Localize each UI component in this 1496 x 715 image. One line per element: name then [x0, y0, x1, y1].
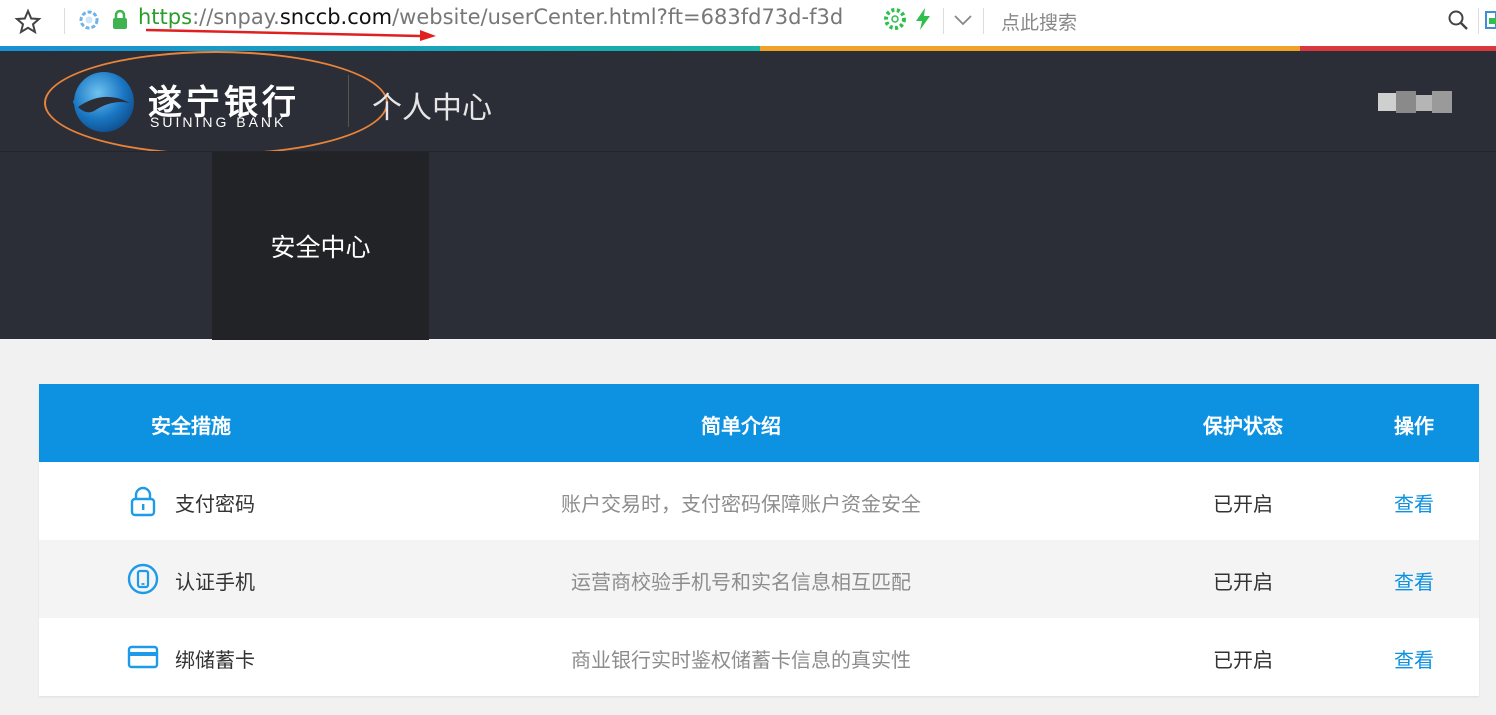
- sub-navigation: 安全中心: [0, 151, 1496, 340]
- column-header-measure: 安全措施: [151, 414, 231, 438]
- search-icon[interactable]: [1446, 8, 1470, 32]
- site-settings-icon[interactable]: [78, 9, 100, 31]
- extension-flower-icon[interactable]: [884, 8, 906, 30]
- annotation-oval: [44, 51, 388, 155]
- divider: [64, 8, 65, 34]
- table-row: 认证手机 运营商校验手机号和实名信息相互匹配 已开启 查看: [39, 540, 1479, 618]
- card-icon: [127, 645, 159, 669]
- chevron-down-icon[interactable]: [951, 10, 975, 30]
- secure-lock-icon[interactable]: [110, 9, 130, 31]
- measure-name: 支付密码: [175, 492, 255, 516]
- table-header: 安全措施 简单介绍 保护状态 操作: [39, 384, 1479, 462]
- lightning-icon[interactable]: [912, 6, 934, 32]
- view-link[interactable]: 查看: [1384, 644, 1444, 673]
- divider: [943, 8, 944, 34]
- measure-name: 认证手机: [175, 570, 255, 594]
- bookmark-star-icon[interactable]: [14, 8, 42, 36]
- extension-icon[interactable]: [1484, 10, 1496, 30]
- column-header-status: 保护状态: [1203, 414, 1283, 438]
- table-row: 绑储蓄卡 商业银行实时鉴权储蓄卡信息的真实性 已开启 查看: [39, 618, 1479, 696]
- divider: [1478, 8, 1479, 34]
- site-header: 遂宁银行 SUINING BANK 个人中心: [0, 51, 1496, 155]
- status-text: 已开启: [1213, 570, 1273, 594]
- column-header-action: 操作: [1394, 414, 1434, 438]
- measure-name: 绑储蓄卡: [175, 648, 255, 672]
- table-row: 支付密码 账户交易时，支付密码保障账户资金安全 已开启 查看: [39, 462, 1479, 540]
- status-text: 已开启: [1213, 492, 1273, 516]
- page-title: 个人中心: [372, 91, 492, 126]
- view-link[interactable]: 查看: [1384, 566, 1444, 595]
- lock-icon: [130, 486, 156, 517]
- security-table: 安全措施 简单介绍 保护状态 操作 支付密码 账户交易时，支付密码保障账户资金安…: [39, 384, 1479, 696]
- browser-address-bar: https://snpay.snccb.com/website/userCent…: [0, 0, 1496, 46]
- divider: [348, 75, 349, 127]
- phone-icon: [127, 563, 159, 595]
- measure-description: 商业银行实时鉴权储蓄卡信息的真实性: [571, 648, 911, 672]
- user-name-blurred[interactable]: [1378, 89, 1454, 115]
- search-input[interactable]: 点此搜索: [1001, 8, 1077, 35]
- tab-security-center[interactable]: 安全中心: [212, 152, 429, 340]
- view-link[interactable]: 查看: [1384, 488, 1444, 517]
- divider: [983, 8, 984, 34]
- status-text: 已开启: [1213, 648, 1273, 672]
- measure-description: 账户交易时，支付密码保障账户资金安全: [561, 492, 921, 516]
- annotation-arrow: [145, 28, 436, 41]
- column-header-intro: 简单介绍: [701, 414, 781, 438]
- measure-description: 运营商校验手机号和实名信息相互匹配: [571, 570, 911, 594]
